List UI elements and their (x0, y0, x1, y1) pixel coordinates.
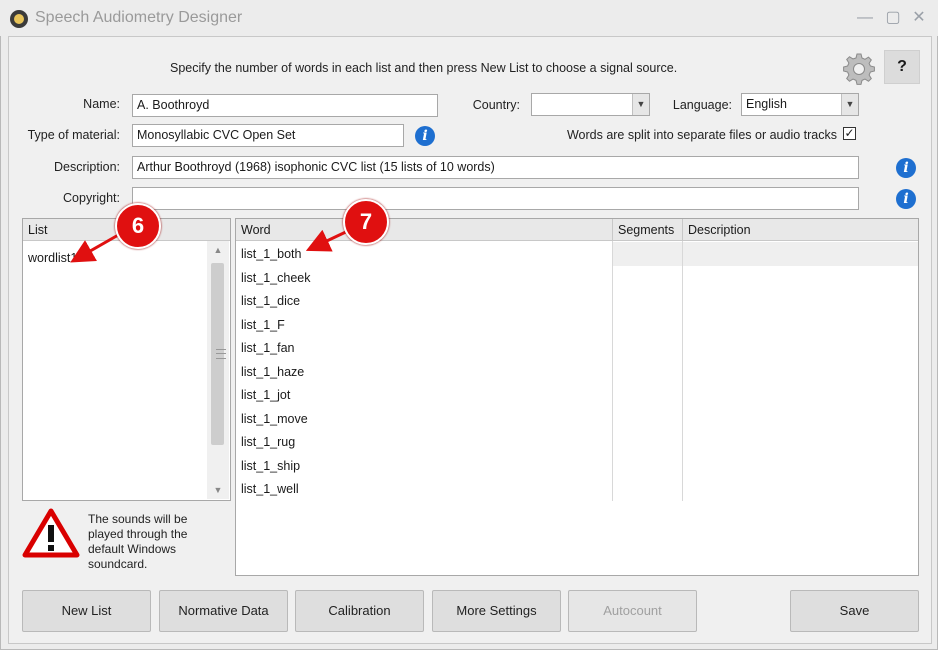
word-row[interactable]: list_1_cheek (241, 271, 311, 285)
scroll-thumb[interactable] (211, 263, 226, 445)
country-select[interactable]: ▼ (531, 93, 650, 116)
title-bar: Speech Audiometry Designer — ▢ ✕ (0, 0, 938, 36)
name-field[interactable]: A. Boothroyd (132, 94, 438, 117)
word-row[interactable]: list_1_well (241, 482, 299, 496)
word-row[interactable]: list_1_haze (241, 365, 304, 379)
copyright-label: Copyright: (63, 191, 120, 205)
save-button[interactable]: Save (790, 590, 919, 632)
settings-gear-icon[interactable] (842, 52, 876, 86)
description-field[interactable]: Arthur Boothroyd (1968) isophonic CVC li… (132, 156, 859, 179)
split-checkbox[interactable]: ✓ (843, 127, 856, 140)
word-column-header[interactable]: Word (236, 219, 613, 241)
new-list-button[interactable]: New List (22, 590, 151, 632)
soundcard-warning-text: The sounds will be played through the de… (88, 512, 188, 571)
scroll-up-icon[interactable]: ▲ (207, 245, 229, 259)
list-scrollbar[interactable]: ▲ ▼ (207, 241, 229, 499)
info-icon[interactable]: i (415, 126, 435, 146)
autocount-button[interactable]: Autocount (568, 590, 697, 632)
window-title: Speech Audiometry Designer (35, 9, 243, 26)
material-field[interactable]: Monosyllabic CVC Open Set (132, 124, 404, 147)
word-row[interactable]: list_1_rug (241, 435, 295, 449)
description-label: Description: (54, 160, 120, 174)
minimize-icon[interactable]: — (856, 10, 874, 26)
word-row[interactable]: list_1_F (241, 318, 285, 332)
word-row[interactable]: list_1_ship (241, 459, 300, 473)
language-label: Language: (672, 98, 732, 112)
chevron-down-icon[interactable]: ▼ (632, 94, 649, 115)
word-row[interactable]: list_1_jot (241, 388, 290, 402)
material-label: Type of material: (27, 128, 120, 142)
annotation-badge: 6 (115, 203, 161, 249)
info-icon[interactable]: i (896, 189, 916, 209)
word-row[interactable]: list_1_dice (241, 294, 300, 308)
name-label: Name: (83, 97, 120, 111)
split-label: Words are split into separate files or a… (566, 128, 837, 142)
language-select[interactable]: English ▼ (741, 93, 859, 116)
close-icon[interactable]: ✕ (910, 10, 928, 26)
annotation-badge: 7 (343, 199, 389, 245)
column-divider (612, 241, 613, 501)
help-button[interactable]: ? (884, 50, 920, 84)
more-settings-button[interactable]: More Settings (432, 590, 561, 632)
selected-row-highlight (613, 242, 918, 266)
description-column-header[interactable]: Description (682, 219, 918, 241)
warning-icon (22, 508, 80, 558)
info-icon[interactable]: i (896, 158, 916, 178)
normative-data-button[interactable]: Normative Data (159, 590, 288, 632)
word-row[interactable]: list_1_move (241, 412, 308, 426)
list-item[interactable]: wordlist1 (28, 251, 77, 265)
segments-column-header[interactable]: Segments (612, 219, 683, 241)
country-label: Country: (472, 98, 520, 112)
word-row[interactable]: list_1_both (241, 247, 301, 261)
maximize-icon[interactable]: ▢ (884, 10, 902, 26)
language-value: English (746, 97, 787, 111)
word-list-panel[interactable]: List wordlist1 (22, 218, 231, 501)
copyright-field[interactable] (132, 187, 859, 210)
calibration-button[interactable]: Calibration (295, 590, 424, 632)
instruction-text: Specify the number of words in each list… (170, 61, 678, 75)
scroll-down-icon[interactable]: ▼ (207, 485, 229, 499)
app-logo-icon (10, 10, 28, 28)
column-divider (682, 241, 683, 501)
word-grid[interactable]: Word Segments Description list_1_both li… (235, 218, 919, 576)
word-row[interactable]: list_1_fan (241, 341, 295, 355)
chevron-down-icon[interactable]: ▼ (841, 94, 858, 115)
